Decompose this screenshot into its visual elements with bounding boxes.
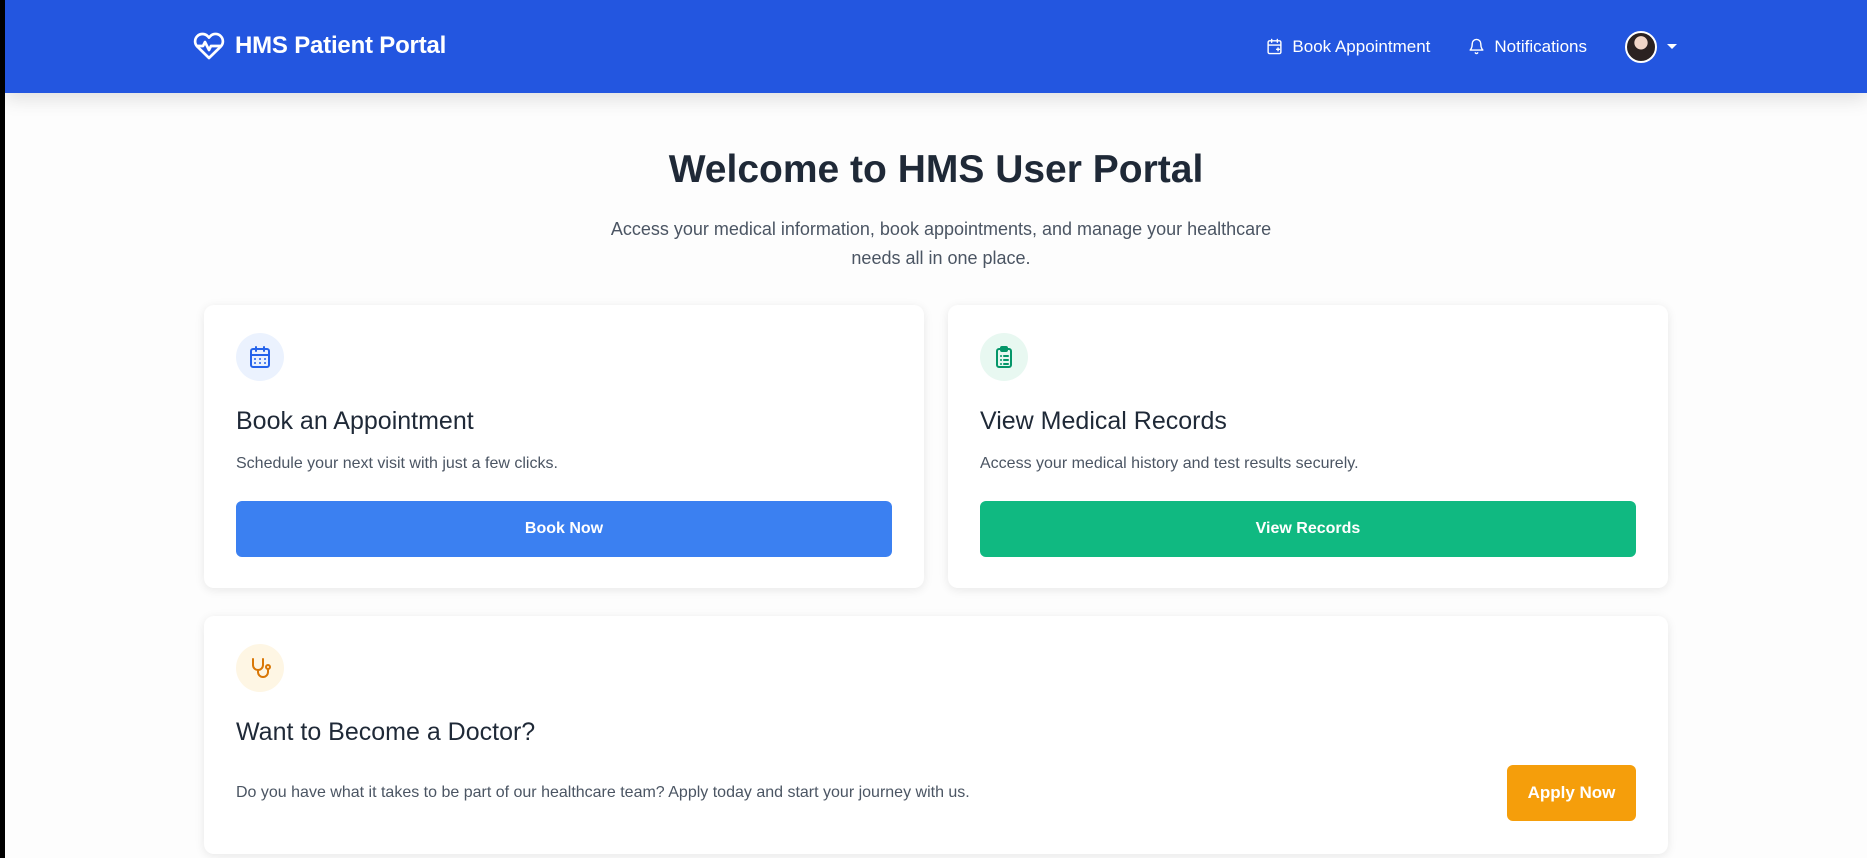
- page: HMS Patient Portal Book Appointment Noti…: [5, 0, 1867, 858]
- card-icon-wrap: [236, 333, 284, 381]
- view-records-button[interactable]: View Records: [980, 501, 1636, 557]
- nav-notifications-label: Notifications: [1494, 36, 1587, 56]
- calendar-icon: [250, 346, 270, 368]
- become-doctor-card: Want to Become a Doctor? Do you have wha…: [204, 616, 1668, 854]
- page-title: Welcome to HMS User Portal: [668, 148, 1204, 191]
- card-title: View Medical Records: [980, 407, 1227, 435]
- nav-book-appointment-link[interactable]: Book Appointment: [1266, 37, 1430, 57]
- card-title: Want to Become a Doctor?: [236, 718, 536, 746]
- bell-icon: [1469, 38, 1484, 55]
- brand-name: HMS Patient Portal: [235, 32, 447, 59]
- profile-menu[interactable]: [1625, 30, 1677, 63]
- apply-now-button[interactable]: Apply Now: [1507, 765, 1636, 821]
- card-title: Book an Appointment: [236, 407, 474, 435]
- nav-links: Book Appointment Notifications: [1266, 0, 1677, 93]
- card-icon-wrap: [980, 333, 1028, 381]
- card-description: Do you have what it takes to be part of …: [236, 784, 970, 801]
- nav-book-appointment-label: Book Appointment: [1292, 36, 1431, 56]
- brand-logo[interactable]: HMS Patient Portal: [193, 26, 446, 66]
- nav-notifications-link[interactable]: Notifications: [1468, 37, 1587, 57]
- heart-pulse-icon: [193, 32, 225, 60]
- chevron-down-icon: [1667, 44, 1677, 49]
- book-now-button[interactable]: Book Now: [236, 501, 892, 557]
- top-navbar: HMS Patient Portal Book Appointment Noti…: [5, 0, 1867, 93]
- card-icon-wrap: [236, 644, 284, 692]
- card-description: Schedule your next visit with just a few…: [236, 455, 558, 472]
- card-description: Access your medical history and test res…: [980, 455, 1359, 472]
- calendar-plus-icon: [1267, 38, 1282, 55]
- book-appointment-card: Book an Appointment Schedule your next v…: [204, 305, 924, 588]
- avatar: [1625, 30, 1657, 63]
- medical-records-card: View Medical Records Access your medical…: [948, 305, 1668, 588]
- clipboard-icon: [996, 346, 1012, 368]
- page-subtitle: Access your medical information, book ap…: [610, 219, 1272, 268]
- stethoscope-icon: [252, 658, 271, 678]
